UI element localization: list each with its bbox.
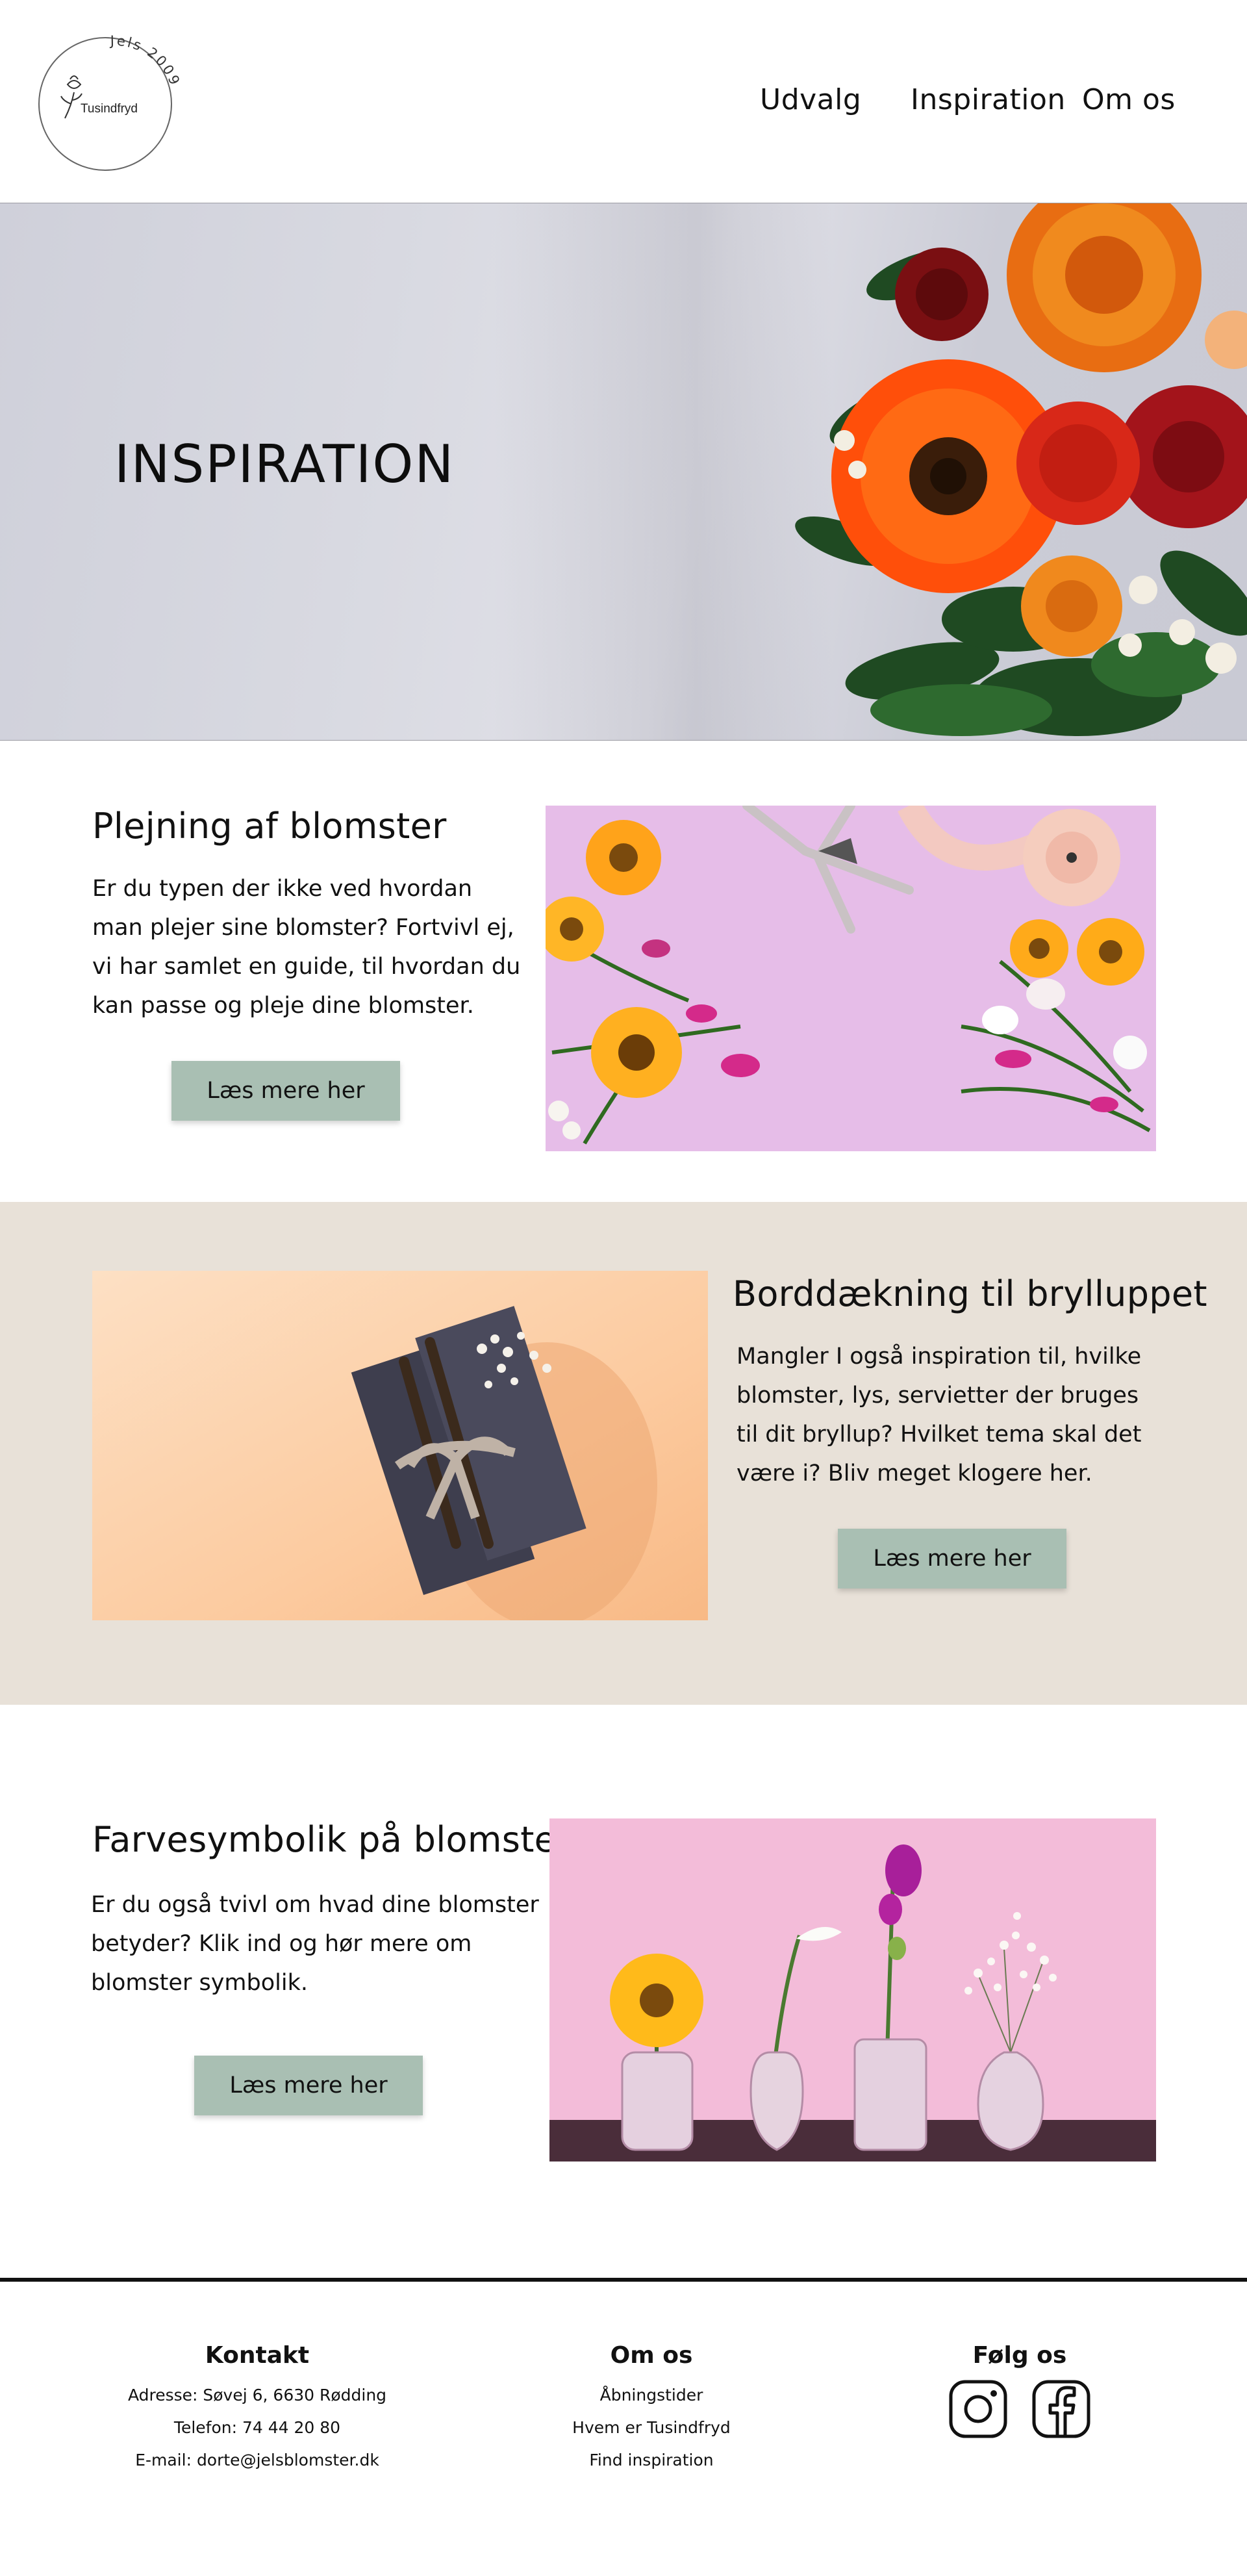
footer-link-find-inspiration[interactable]: Find inspiration <box>522 2444 781 2477</box>
footer-heading: Kontakt <box>205 2342 310 2369</box>
section-title: Borddækning til brylluppet <box>733 1273 1207 1314</box>
section-text: Mangler I også inspiration til, hvilke b… <box>737 1344 1142 1486</box>
social-links <box>890 2379 1150 2439</box>
footer-heading: Følg os <box>972 2342 1067 2369</box>
flower-care-image <box>546 806 1156 1151</box>
logo[interactable]: Jels 2009 Tusindfryd <box>34 27 183 177</box>
hero-banner: INSPIRATION <box>0 203 1247 741</box>
section-text: Er du typen der ikke ved hvordan man ple… <box>92 876 521 1019</box>
facebook-icon[interactable] <box>1031 2379 1091 2439</box>
footer-link-aabningstider[interactable]: Åbningstider <box>522 2379 781 2412</box>
hero-title: INSPIRATION <box>114 434 455 494</box>
footer-divider <box>0 2278 1247 2282</box>
read-more-button[interactable]: Læs mere her <box>171 1061 400 1121</box>
bouquet-image <box>795 203 1247 736</box>
footer-contact: Kontakt Adresse: Søvej 6, 6630 Rødding T… <box>127 2342 387 2477</box>
logo-arc-text: Jels 2009 <box>109 33 182 89</box>
footer-phone[interactable]: Telefon: 74 44 20 80 <box>127 2412 387 2444</box>
nav-inspiration[interactable]: Inspiration <box>911 83 1066 116</box>
footer-link-hvem-er[interactable]: Hvem er Tusindfryd <box>522 2412 781 2444</box>
footer-address: Adresse: Søvej 6, 6630 Rødding <box>127 2386 387 2404</box>
table-setting-image <box>92 1271 708 1620</box>
footer-about: Om os Åbningstider Hvem er Tusindfryd Fi… <box>522 2342 781 2477</box>
logo-name: Tusindfryd <box>81 102 138 116</box>
footer-follow: Følg os <box>890 2342 1150 2439</box>
site-header: Jels 2009 Tusindfryd Udvalg Inspiration … <box>0 0 1247 203</box>
section-title: Farvesymbolik på blomster <box>92 1819 571 1860</box>
nav-om-os[interactable]: Om os <box>1082 83 1176 116</box>
read-more-button[interactable]: Læs mere her <box>838 1529 1066 1588</box>
section-title: Plejning af blomster <box>92 806 447 847</box>
read-more-button[interactable]: Læs mere her <box>194 2056 423 2115</box>
flower-vases-image <box>549 1818 1156 2162</box>
section-text: Er du også tvivl om hvad dine blomster b… <box>91 1892 539 1996</box>
nav-udvalg[interactable]: Udvalg <box>760 83 861 116</box>
footer-email[interactable]: E-mail: dorte@jelsblomster.dk <box>127 2444 387 2477</box>
svg-text:Jels 2009: Jels 2009 <box>109 33 183 89</box>
instagram-icon[interactable] <box>948 2379 1008 2439</box>
footer-heading: Om os <box>610 2342 693 2369</box>
